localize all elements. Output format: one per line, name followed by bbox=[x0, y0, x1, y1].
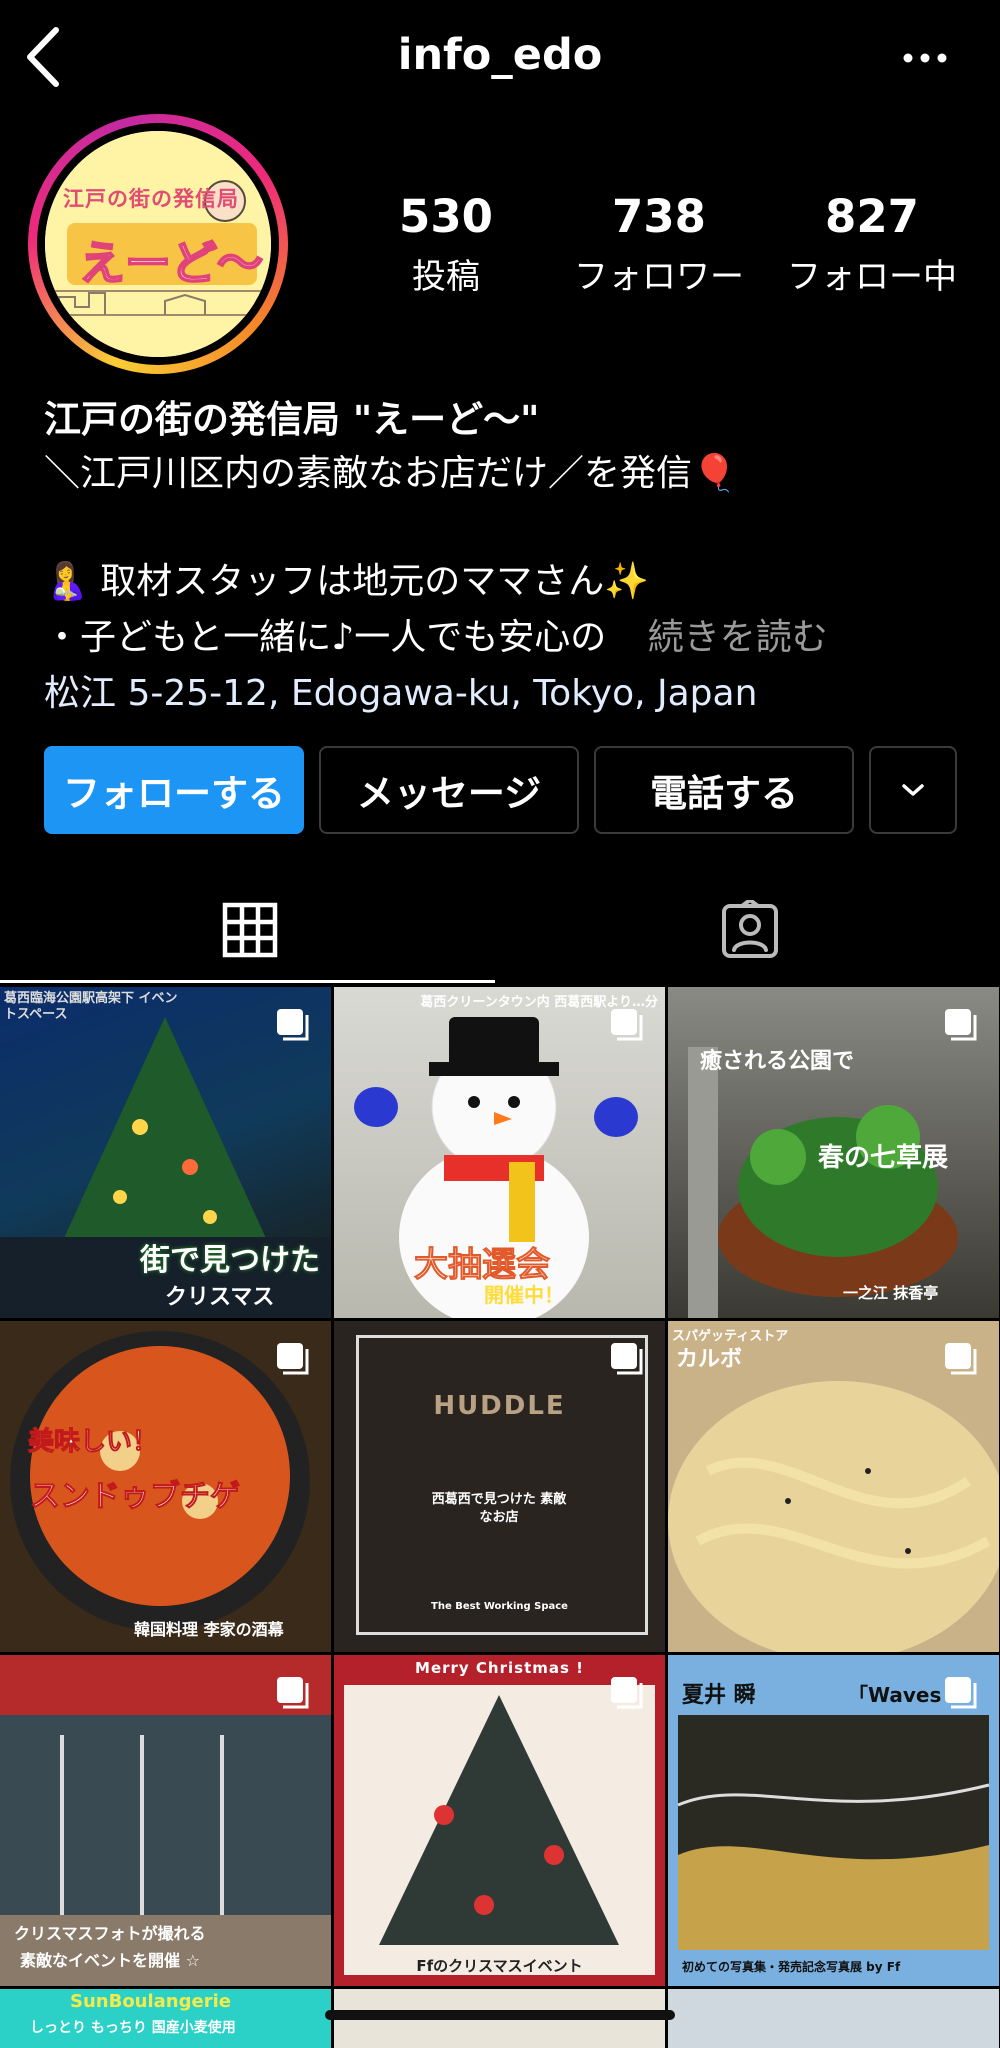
stat-followers-count: 738 bbox=[612, 190, 706, 243]
post-tile[interactable] bbox=[668, 1989, 999, 2048]
post-tile[interactable]: 夏井 瞬 「Waves 初めての写真集・発売記念写真展 by Ff bbox=[668, 1655, 999, 1986]
top-bar: info_edo bbox=[0, 0, 1000, 115]
post-subcaption: 癒される公園で bbox=[700, 1049, 855, 1074]
more-options-icon[interactable] bbox=[900, 48, 950, 68]
post-caption: クリスマスフォトが撮れる bbox=[14, 1924, 206, 1943]
post-subcaption: しっとり もっちり 国産小麦使用 bbox=[30, 2020, 236, 2036]
grid-icon[interactable] bbox=[222, 902, 278, 958]
read-more-link[interactable]: 続きを読む bbox=[648, 617, 828, 658]
post-tile[interactable]: 葛西クリーンタウン内 西葛西駅より…分 大抽選会 開催中！ bbox=[334, 987, 665, 1318]
avatar-top-text: 江戸の街の発信局 bbox=[63, 187, 239, 211]
stat-followers[interactable]: 738 フォロワー bbox=[549, 190, 769, 298]
stat-following-label: フォロー中 bbox=[787, 257, 957, 297]
post-tile[interactable]: SunBoulangerie しっとり もっちり 国産小麦使用 bbox=[0, 1989, 331, 2048]
post-tile[interactable]: スパゲッティストア カルボ bbox=[668, 1321, 999, 1652]
post-subcaption: クリスマス bbox=[165, 1285, 275, 1310]
multiple-photos-icon bbox=[945, 1343, 977, 1375]
stat-posts-label: 投稿 bbox=[412, 257, 480, 297]
post-location: 初めての写真集・発売記念写真展 by Ff bbox=[682, 1960, 901, 1974]
multiple-photos-icon bbox=[611, 1343, 643, 1375]
post-caption: 夏井 瞬 bbox=[682, 1683, 756, 1708]
stat-followers-label: フォロワー bbox=[574, 257, 744, 297]
multiple-photos-icon bbox=[945, 1009, 977, 1041]
active-tab-indicator bbox=[0, 980, 495, 983]
post-tile[interactable]: Merry Christmas ! Ffのクリスマスイベント bbox=[334, 1655, 665, 1986]
profile-display-name: 江戸の街の発信局 "えーど〜" bbox=[44, 398, 540, 441]
post-tile[interactable]: HUDDLE 西葛西で見つけた 素敵なお店 The Best Working S… bbox=[334, 1321, 665, 1652]
post-tile[interactable]: 葛西臨海公園駅高架下 イベントスペース 街で見つけた クリスマス bbox=[0, 987, 331, 1318]
stat-posts[interactable]: 530 投稿 bbox=[336, 190, 556, 298]
multiple-photos-icon bbox=[945, 1677, 977, 1709]
bio-line-kids: ・子どもと一緒に♪一人でも安心の 続きを読む bbox=[44, 610, 974, 666]
post-subcaption: 開催中！ bbox=[484, 1283, 564, 1307]
post-subcaption: Ffのクリスマスイベント bbox=[416, 1957, 583, 1975]
post-caption: スンドゥブチゲ bbox=[30, 1479, 241, 1515]
call-button[interactable]: 電話する bbox=[594, 746, 854, 834]
post-caption: 街で見つけた bbox=[140, 1243, 320, 1278]
stat-following-count: 827 bbox=[825, 190, 919, 243]
bio-line-staff: 🤱 取材スタッフは地元のママさん✨ bbox=[44, 561, 650, 602]
post-frame bbox=[356, 1335, 648, 1635]
tagged-photos-icon[interactable] bbox=[720, 900, 780, 960]
post-location: 一之江 抹香亭 bbox=[843, 1284, 939, 1302]
home-indicator[interactable] bbox=[325, 2010, 675, 2020]
address-link[interactable]: 松江 5-25-12, Edogawa-ku, Tokyo, Japan bbox=[44, 666, 974, 722]
message-button[interactable]: メッセージ bbox=[319, 746, 579, 834]
post-caption: 春の七草展 bbox=[818, 1143, 949, 1173]
bio-line-kids-text: ・子どもと一緒に♪一人でも安心の bbox=[44, 617, 607, 658]
chevron-down-icon bbox=[902, 784, 924, 796]
multiple-photos-icon bbox=[611, 1677, 643, 1709]
post-subcaption: 美味しい！ bbox=[27, 1427, 159, 1458]
multiple-photos-icon bbox=[277, 1343, 309, 1375]
stat-following[interactable]: 827 フォロー中 bbox=[762, 190, 982, 298]
post-subcaption: 西葛西で見つけた 素敵なお店 bbox=[431, 1492, 567, 1525]
stat-posts-count: 530 bbox=[399, 190, 493, 243]
avatar[interactable]: 江戸の街の発信局 えーど〜 bbox=[45, 131, 271, 357]
post-location: 葛西臨海公園駅高架下 イベントスペース bbox=[4, 991, 178, 1022]
post-subcaption: 素敵なイベントを開催 ☆ bbox=[20, 1951, 200, 1970]
profile-username-title: info_edo bbox=[397, 30, 603, 80]
post-location: The Best Working Space bbox=[431, 1601, 568, 1612]
avatar-logo-text: えーど〜 bbox=[78, 235, 264, 291]
multiple-photos-icon bbox=[277, 1009, 309, 1041]
post-caption: HUDDLE bbox=[433, 1391, 566, 1421]
post-location: 韓国料理 李家の酒幕 bbox=[134, 1620, 284, 1639]
profile-tabs bbox=[0, 880, 1000, 985]
bio-tagline: ＼江戸川区内の素敵なお店だけ／を発信🎈 bbox=[44, 453, 737, 494]
multiple-photos-icon bbox=[611, 1009, 643, 1041]
story-ring[interactable]: 江戸の街の発信局 えーど〜 bbox=[28, 114, 288, 374]
post-caption: SunBoulangerie bbox=[70, 1991, 231, 2012]
suggested-accounts-button[interactable] bbox=[869, 746, 957, 834]
post-tile[interactable]: 癒される公園で 春の七草展 一之江 抹香亭 bbox=[668, 987, 999, 1318]
post-subcaption: 「Waves bbox=[848, 1683, 942, 1707]
follow-button[interactable]: フォローする bbox=[44, 746, 304, 834]
post-caption: カルボ bbox=[676, 1347, 743, 1372]
post-tile[interactable]: 美味しい！ スンドゥブチゲ 韓国料理 李家の酒幕 bbox=[0, 1321, 331, 1652]
multiple-photos-icon bbox=[277, 1677, 309, 1709]
post-tile[interactable]: クリスマスフォトが撮れる 素敵なイベントを開催 ☆ bbox=[0, 1655, 331, 1986]
bio: 江戸の街の発信局 "えーど〜" ＼江戸川区内の素敵なお店だけ／を発信🎈 🤱 取材… bbox=[44, 394, 974, 722]
